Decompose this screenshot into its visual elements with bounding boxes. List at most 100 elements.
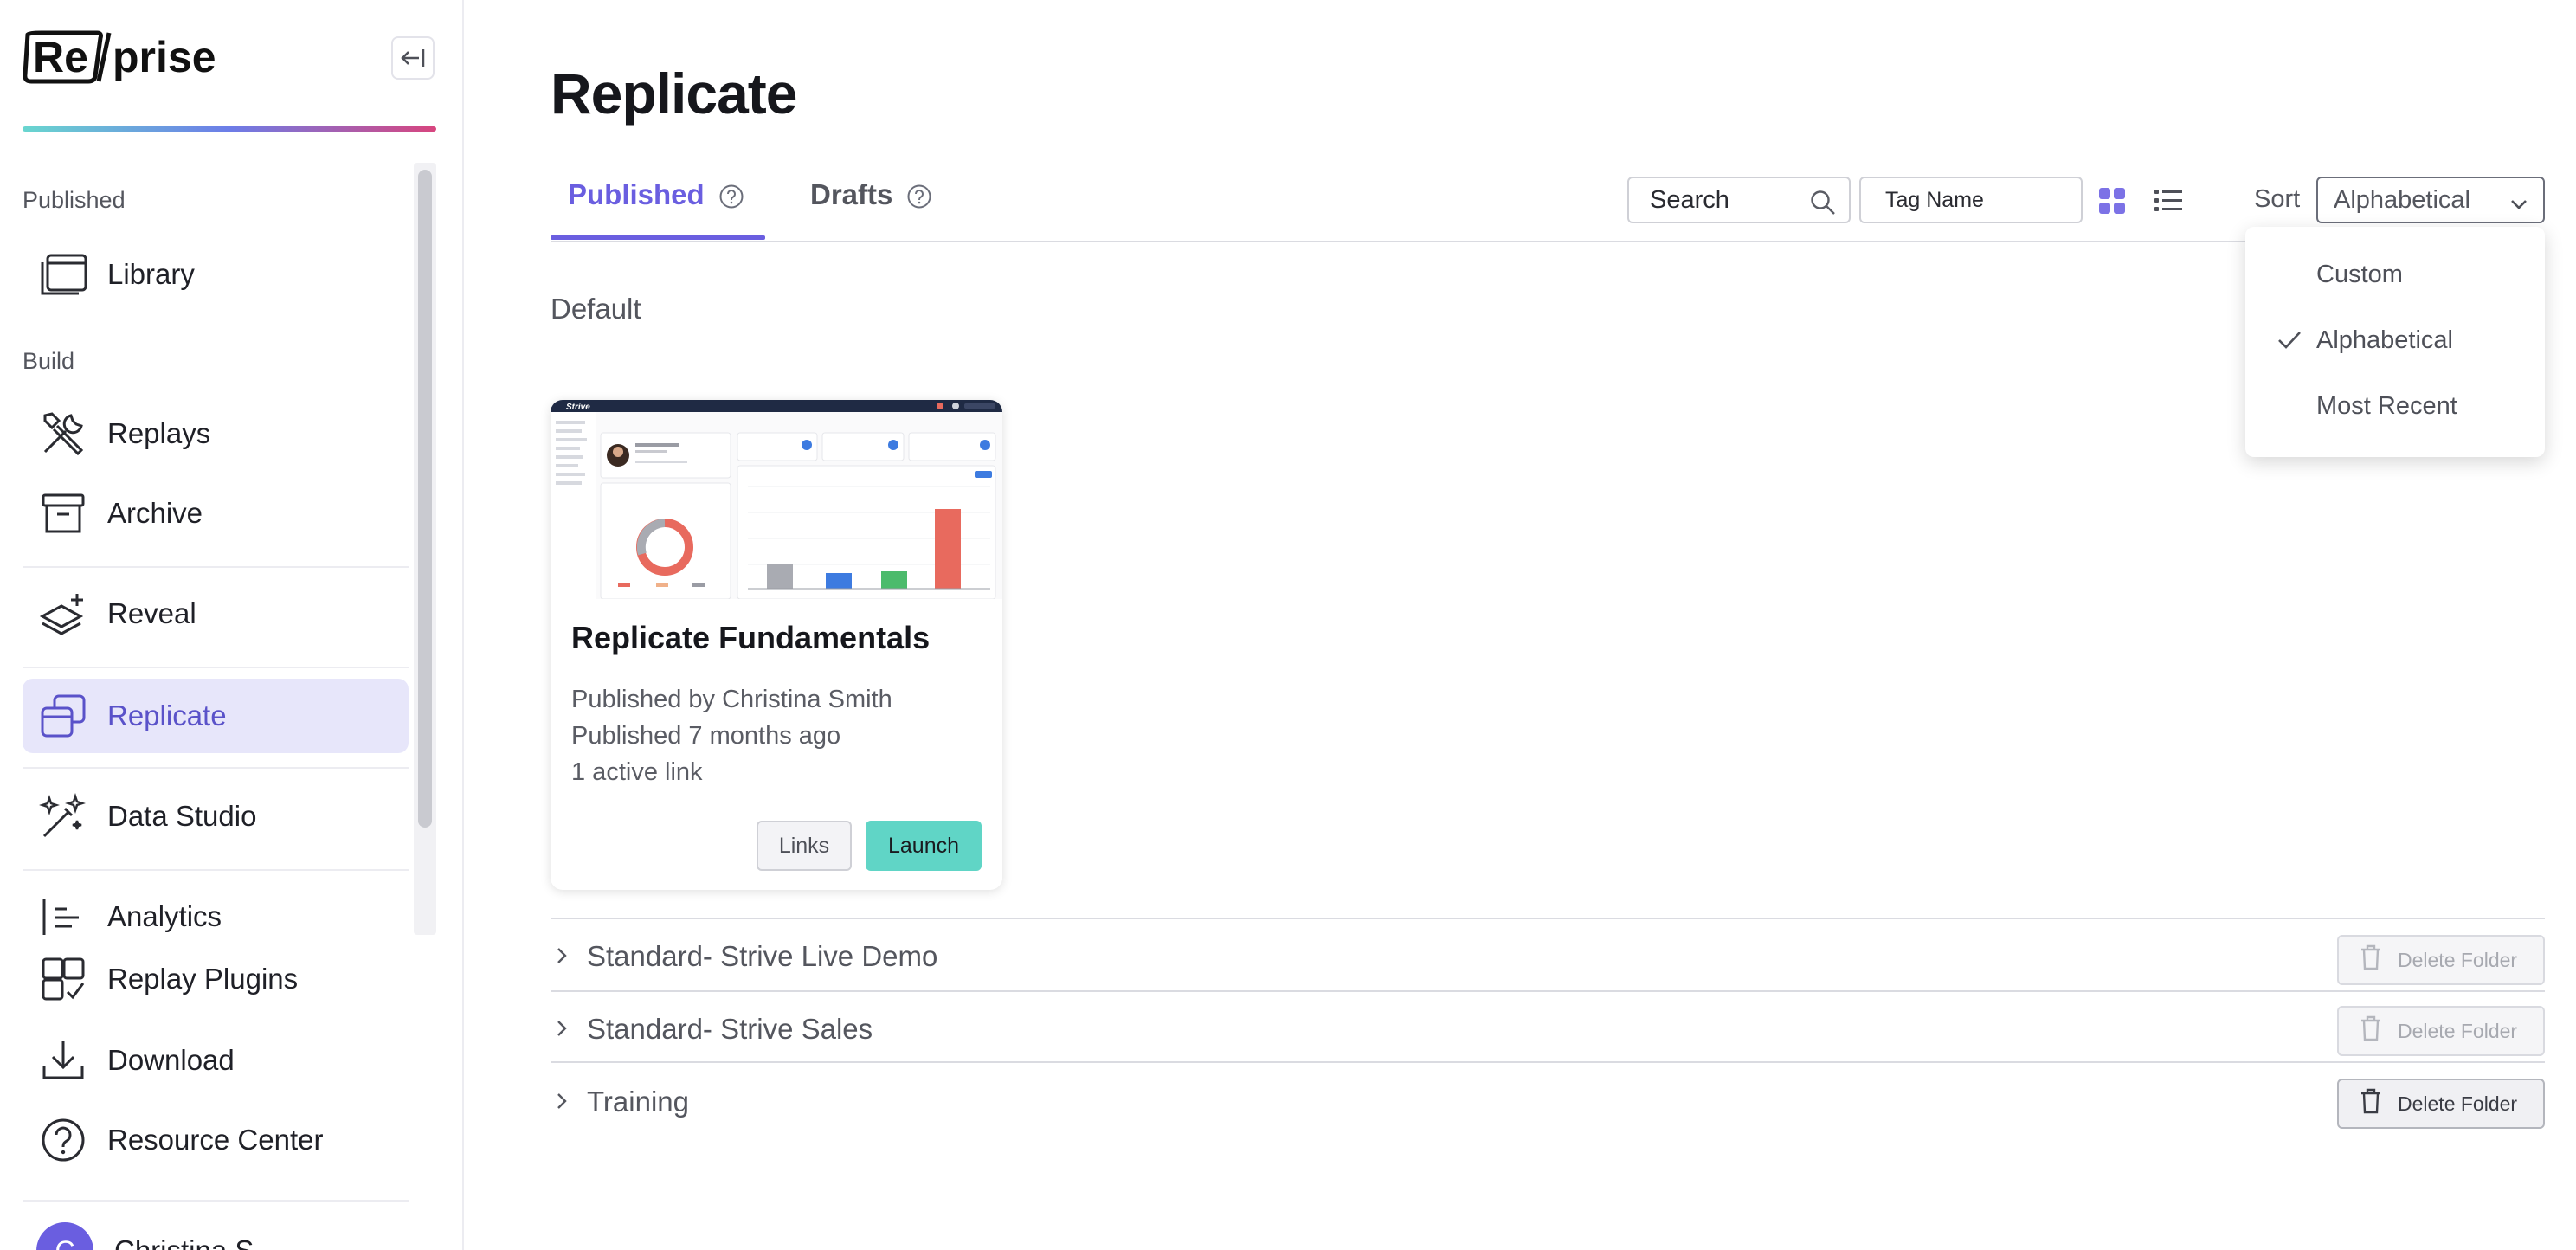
collapse-sidebar-button[interactable] — [391, 36, 435, 80]
sort-label: Sort — [2254, 185, 2301, 213]
delete-folder-button[interactable]: Delete Folder — [2337, 1006, 2545, 1056]
sidebar-item-replays[interactable]: Replays — [23, 396, 409, 471]
list-view-toggle[interactable] — [2154, 187, 2183, 219]
sort-select[interactable]: Alphabetical — [2316, 177, 2545, 223]
download-icon — [35, 1032, 92, 1089]
sidebar-divider — [23, 1200, 409, 1202]
archive-box-icon — [35, 485, 92, 542]
sidebar-scrollbar-thumb[interactable] — [418, 170, 432, 828]
thumbnail-brand: Strive — [566, 403, 590, 412]
sort-option-alphabetical[interactable]: Alphabetical — [2245, 312, 2545, 369]
grid-view-toggle[interactable] — [2098, 187, 2126, 219]
folder-name: Standard- Strive Sales — [587, 1013, 873, 1045]
sort-option-custom[interactable]: Custom — [2245, 246, 2545, 303]
tag-placeholder: Tag Name — [1885, 187, 1984, 212]
delete-folder-button[interactable]: Delete Folder — [2337, 935, 2545, 985]
section-label-published: Published — [23, 187, 126, 213]
sidebar-item-label: Replicate — [107, 699, 227, 731]
page-title: Replicate — [551, 61, 797, 126]
search-input[interactable]: Search — [1627, 177, 1851, 223]
folder-divider — [551, 1061, 2545, 1063]
chevron-right-icon — [554, 945, 570, 970]
tab-published[interactable]: Published — [568, 178, 744, 241]
chevron-down-icon — [2508, 192, 2529, 221]
sidebar-item-replay-plugins[interactable]: Replay Plugins — [23, 942, 409, 1016]
sidebar-item-label: Data Studio — [107, 800, 257, 832]
sort-option-most-recent[interactable]: Most Recent — [2245, 377, 2545, 435]
section-label-build: Build — [23, 348, 75, 374]
puzzle-icon — [35, 950, 92, 1008]
svg-text:Re: Re — [33, 33, 88, 81]
delete-folder-label: Delete Folder — [2398, 1019, 2518, 1042]
sort-option-label: Custom — [2316, 260, 2403, 288]
sidebar-divider — [23, 566, 409, 568]
card-published-date: Published 7 months ago — [571, 722, 841, 750]
sidebar-item-label: Analytics — [107, 900, 222, 932]
sidebar-item-library[interactable]: Library — [23, 237, 409, 312]
card-thumbnail[interactable]: Strive — [551, 400, 1002, 600]
sidebar-item-label: Archive — [107, 497, 203, 529]
card-published-by: Published by Christina Smith — [571, 686, 892, 713]
trash-icon — [2360, 1088, 2382, 1119]
library-icon — [35, 246, 92, 303]
sidebar-item-archive[interactable]: Archive — [23, 476, 409, 551]
sidebar-item-resource-center[interactable]: Resource Center — [23, 1103, 409, 1177]
layers-plus-icon — [35, 585, 92, 642]
question-circle-icon — [35, 1111, 92, 1169]
sidebar-item-download[interactable]: Download — [23, 1023, 409, 1098]
sidebar-item-label: Resource Center — [107, 1124, 324, 1156]
sidebar-item-label: Reveal — [107, 597, 196, 629]
folder-name: Standard- Strive Live Demo — [587, 940, 938, 972]
folder-row[interactable]: Standard- Strive Live Demo — [551, 919, 2545, 990]
magic-wand-icon — [35, 788, 92, 845]
tab-label: Drafts — [810, 178, 893, 210]
help-icon[interactable] — [718, 184, 744, 214]
sort-option-label: Most Recent — [2316, 391, 2457, 420]
delete-folder-label: Delete Folder — [2398, 1092, 2518, 1115]
chevron-right-icon — [554, 1091, 570, 1116]
launch-button[interactable]: Launch — [866, 821, 982, 871]
sidebar-item-label: Download — [107, 1044, 235, 1076]
sidebar-item-data-studio[interactable]: Data Studio — [23, 779, 409, 854]
folder-name: Training — [587, 1086, 689, 1118]
search-placeholder: Search — [1650, 185, 1729, 214]
active-tab-indicator — [551, 235, 765, 240]
analytics-bars-icon — [35, 888, 92, 945]
tab-label: Published — [568, 178, 705, 210]
arrow-collapse-left-icon — [401, 49, 425, 67]
sidebar-scrollbar[interactable] — [414, 163, 436, 935]
avatar[interactable]: C — [36, 1222, 93, 1250]
tag-name-input[interactable]: Tag Name — [1859, 177, 2083, 223]
folder-row[interactable]: Standard- Strive Sales — [551, 992, 2545, 1063]
tab-drafts[interactable]: Drafts — [810, 178, 932, 241]
reprise-logo-mark: Re prise — [23, 30, 216, 84]
sidebar-divider — [23, 667, 409, 668]
svg-text:prise: prise — [113, 33, 216, 81]
reprise-logo[interactable]: Re prise — [23, 29, 234, 85]
logo-gradient-divider — [23, 126, 436, 132]
trash-icon — [2360, 1015, 2382, 1047]
sort-dropdown-menu: Custom Alphabetical Most Recent — [2245, 227, 2545, 457]
sidebar-item-reveal[interactable]: Reveal — [23, 577, 409, 651]
folder-row[interactable]: Training — [551, 1065, 2545, 1136]
delete-folder-button[interactable]: Delete Folder — [2337, 1079, 2545, 1129]
delete-folder-label: Delete Folder — [2398, 948, 2518, 971]
replicate-card[interactable]: Strive Replicate Fundamentals Published … — [551, 400, 1002, 890]
sidebar-item-replicate[interactable]: Replicate — [23, 679, 409, 753]
sidebar-divider — [23, 767, 409, 769]
chevron-right-icon — [554, 1018, 570, 1043]
help-icon[interactable] — [906, 184, 932, 214]
sort-option-label: Alphabetical — [2316, 325, 2453, 354]
sidebar: Re prise Published Library Build Replays… — [0, 0, 464, 1250]
user-name[interactable]: Christina S. — [114, 1234, 262, 1250]
links-button[interactable]: Links — [757, 821, 852, 871]
sidebar-item-label: Replay Plugins — [107, 963, 299, 995]
sidebar-divider — [23, 869, 409, 871]
list-view-icon — [2154, 190, 2182, 211]
tools-icon — [35, 405, 92, 462]
sidebar-item-label: Replays — [107, 417, 211, 449]
sort-select-value: Alphabetical — [2334, 185, 2470, 214]
checkmark-icon — [2277, 329, 2302, 358]
grid-view-icon — [2099, 188, 2125, 214]
card-title[interactable]: Replicate Fundamentals — [571, 620, 930, 656]
